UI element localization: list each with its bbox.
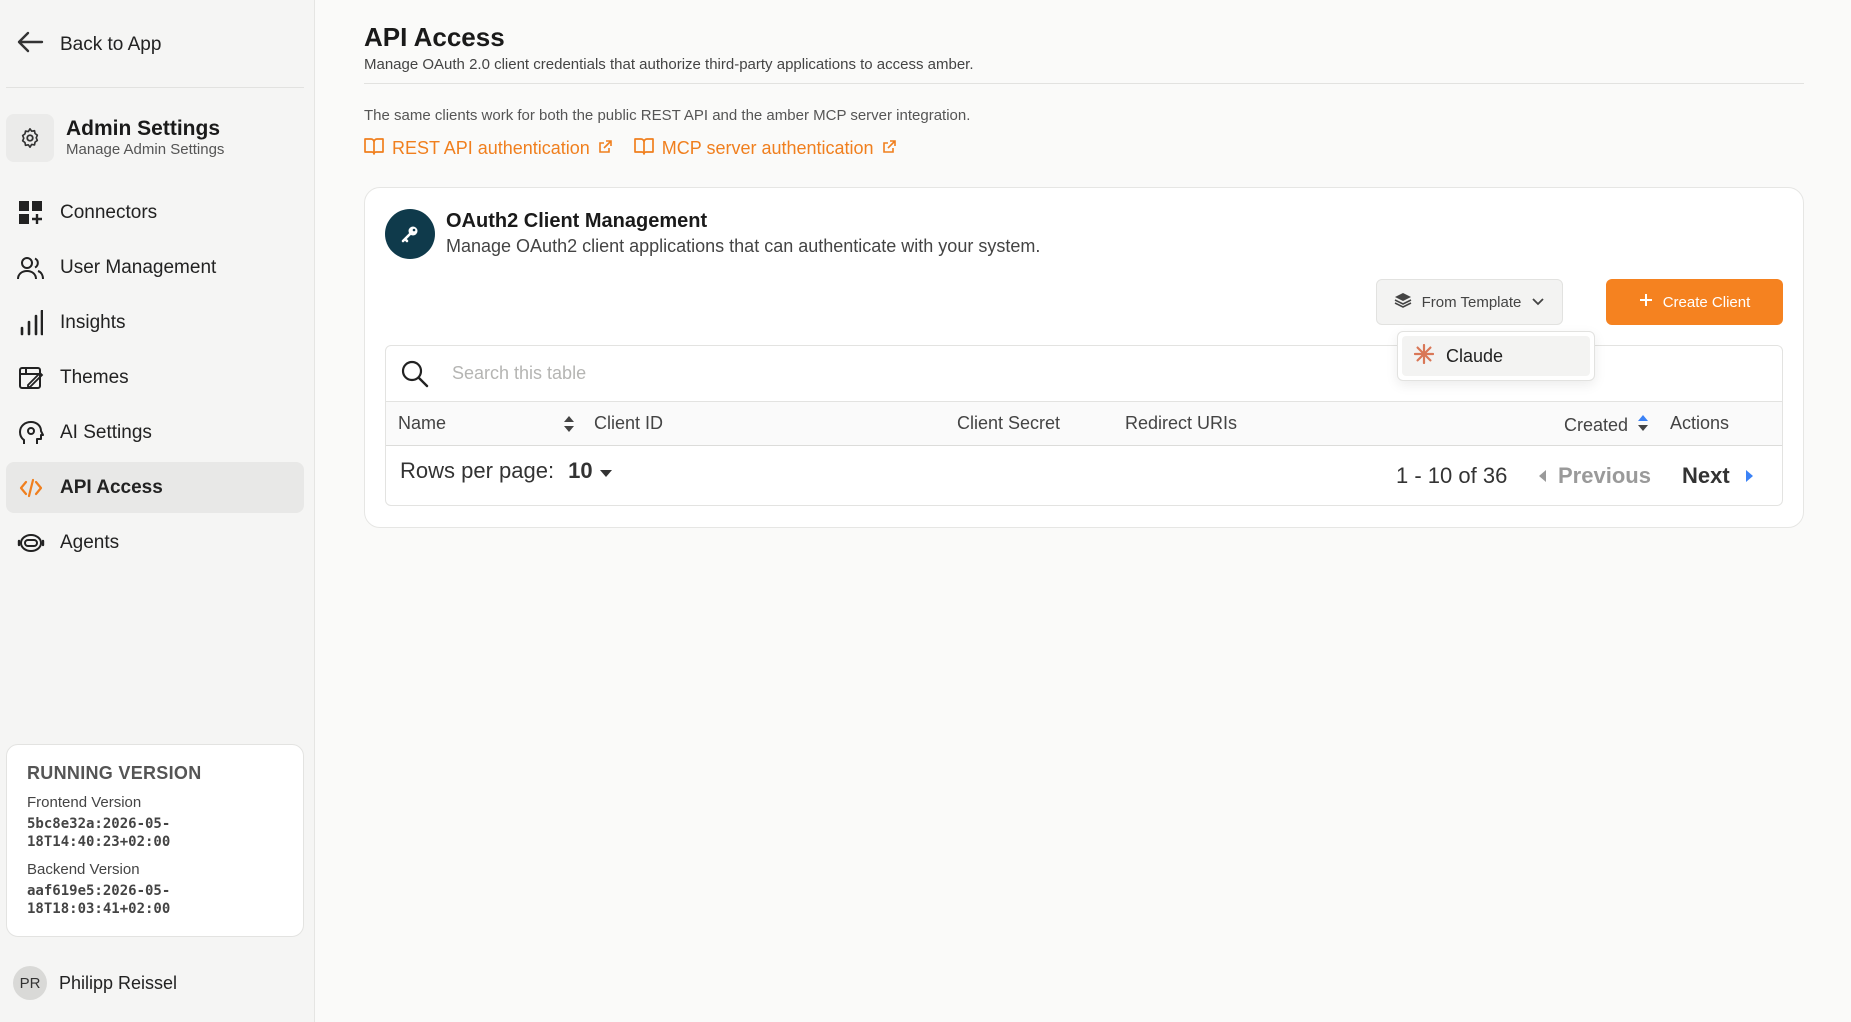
rows-per-page-value: 10	[568, 458, 593, 483]
column-client-secret-label: Client Secret	[957, 413, 1061, 433]
book-icon	[633, 137, 654, 160]
sidebar-item-agents[interactable]: Agents	[6, 517, 304, 568]
avatar: PR	[13, 966, 47, 1000]
admin-settings-header: Admin Settings Manage Admin Settings	[6, 114, 224, 162]
key-icon	[385, 209, 435, 259]
docs-links: REST API authentication MCP server authe…	[364, 137, 896, 160]
column-client-id: Client ID	[594, 413, 663, 434]
rows-per-page: Rows per page: 10	[400, 458, 613, 484]
column-redirect-uris-label: Redirect URIs	[1125, 413, 1238, 433]
back-to-app-button[interactable]: Back to App	[16, 30, 161, 59]
plus-icon	[1639, 293, 1653, 311]
claude-spark-icon	[1413, 343, 1435, 369]
bot-icon	[16, 528, 46, 558]
sidebar-item-user-management[interactable]: User Management	[6, 242, 304, 293]
code-icon	[16, 473, 46, 503]
chevron-down-icon	[1531, 294, 1545, 311]
sidebar-item-label: Insights	[60, 311, 126, 333]
sidebar-item-label: Connectors	[60, 201, 158, 223]
page-info: 1 - 10 of 36	[1396, 463, 1508, 488]
back-to-app-label: Back to App	[60, 33, 162, 55]
caret-right-icon	[1744, 463, 1754, 489]
running-version-heading: RUNNING VERSION	[27, 763, 202, 783]
mcp-server-auth-link[interactable]: MCP server authentication	[633, 137, 896, 160]
table-pagination: Rows per page: 10 1 - 10 of 36 Previous	[386, 446, 1782, 505]
sidebar-item-api-access[interactable]: API Access	[6, 462, 304, 513]
arrow-left-icon	[16, 30, 44, 59]
users-icon	[16, 253, 46, 283]
column-client-secret: Client Secret	[957, 413, 1060, 434]
palette-icon	[16, 363, 46, 393]
external-link-icon	[598, 138, 612, 159]
template-dropdown-menu: Claude	[1397, 331, 1595, 381]
sidebar-item-label: API Access	[60, 476, 163, 498]
create-client-label: Create Client	[1662, 293, 1751, 311]
template-option-claude[interactable]: Claude	[1402, 336, 1590, 376]
column-name[interactable]: Name	[398, 413, 446, 434]
page-title: API Access	[364, 22, 505, 52]
sidebar: Back to App Admin Settings Manage Admin …	[0, 0, 315, 1022]
ai-head-icon	[16, 418, 46, 448]
running-version-panel: RUNNING VERSION Frontend Version 5bc8e32…	[6, 744, 304, 937]
integration-note: The same clients work for both the publi…	[364, 107, 971, 124]
previous-page-button[interactable]: Previous	[1538, 463, 1651, 489]
sort-icon[interactable]	[562, 414, 576, 439]
sidebar-item-insights[interactable]: Insights	[6, 297, 304, 348]
admin-settings-title: Admin Settings	[66, 117, 221, 140]
frontend-version-label: Frontend Version	[27, 794, 142, 811]
column-redirect-uris: Redirect URIs	[1125, 413, 1237, 434]
search-icon	[386, 359, 444, 389]
frontend-version-value: 5bc8e32a:2026-05- 18T14:40:23+02:00	[27, 816, 171, 850]
user-name: Philipp Reissel	[59, 972, 178, 993]
user-profile[interactable]: PR Philipp Reissel	[13, 966, 177, 1000]
sidebar-item-label: AI Settings	[60, 421, 152, 443]
sidebar-item-connectors[interactable]: Connectors	[6, 187, 304, 238]
caret-left-icon	[1538, 463, 1548, 489]
column-name-label: Name	[398, 413, 447, 433]
card-title: OAuth2 Client Management	[446, 210, 708, 232]
rows-per-page-label: Rows per page:	[400, 458, 555, 483]
gear-icon	[6, 114, 54, 162]
sidebar-divider	[6, 87, 304, 88]
bar-chart-icon	[16, 308, 46, 338]
create-client-button[interactable]: Create Client	[1606, 279, 1783, 325]
external-link-icon	[882, 138, 896, 159]
backend-version-value: aaf619e5:2026-05- 18T18:03:41+02:00	[27, 883, 171, 917]
template-option-label: Claude	[1446, 345, 1504, 366]
sidebar-item-themes[interactable]: Themes	[6, 352, 304, 403]
grid-plus-icon	[16, 198, 46, 228]
caret-down-icon	[599, 458, 613, 484]
from-template-button[interactable]: From Template	[1376, 279, 1563, 325]
table-header: Name Client ID Client Secret Redirect UR…	[386, 402, 1782, 446]
mcp-server-auth-label: MCP server authentication	[661, 138, 874, 158]
column-actions: Actions	[1670, 413, 1729, 434]
next-label: Next	[1682, 463, 1730, 488]
page-description: Manage OAuth 2.0 client credentials that…	[364, 56, 974, 73]
header-divider	[364, 83, 1804, 84]
rest-api-auth-label: REST API authentication	[392, 138, 590, 158]
sidebar-item-ai-settings[interactable]: AI Settings	[6, 407, 304, 458]
book-icon	[364, 137, 384, 160]
backend-version-label: Backend Version	[27, 861, 140, 878]
sidebar-nav: Connectors User Management Insights Them…	[6, 187, 304, 572]
layers-icon	[1394, 292, 1412, 312]
sort-icon	[1636, 413, 1650, 438]
rows-per-page-select[interactable]: 10	[568, 458, 612, 484]
column-created-label: Created	[1564, 415, 1629, 435]
sidebar-item-label: Agents	[60, 531, 120, 553]
sidebar-item-label: User Management	[60, 256, 217, 278]
admin-settings-subtitle: Manage Admin Settings	[66, 141, 225, 158]
card-description: Manage OAuth2 client applications that c…	[446, 236, 1041, 256]
column-actions-label: Actions	[1670, 413, 1730, 433]
previous-label: Previous	[1558, 463, 1651, 488]
from-template-label: From Template	[1421, 293, 1522, 311]
next-page-button[interactable]: Next	[1682, 463, 1754, 489]
column-created[interactable]: Created	[1564, 413, 1650, 438]
rest-api-auth-link[interactable]: REST API authentication	[364, 137, 612, 160]
column-client-id-label: Client ID	[594, 413, 664, 433]
sidebar-item-label: Themes	[60, 366, 129, 388]
search-input[interactable]	[452, 363, 1252, 384]
